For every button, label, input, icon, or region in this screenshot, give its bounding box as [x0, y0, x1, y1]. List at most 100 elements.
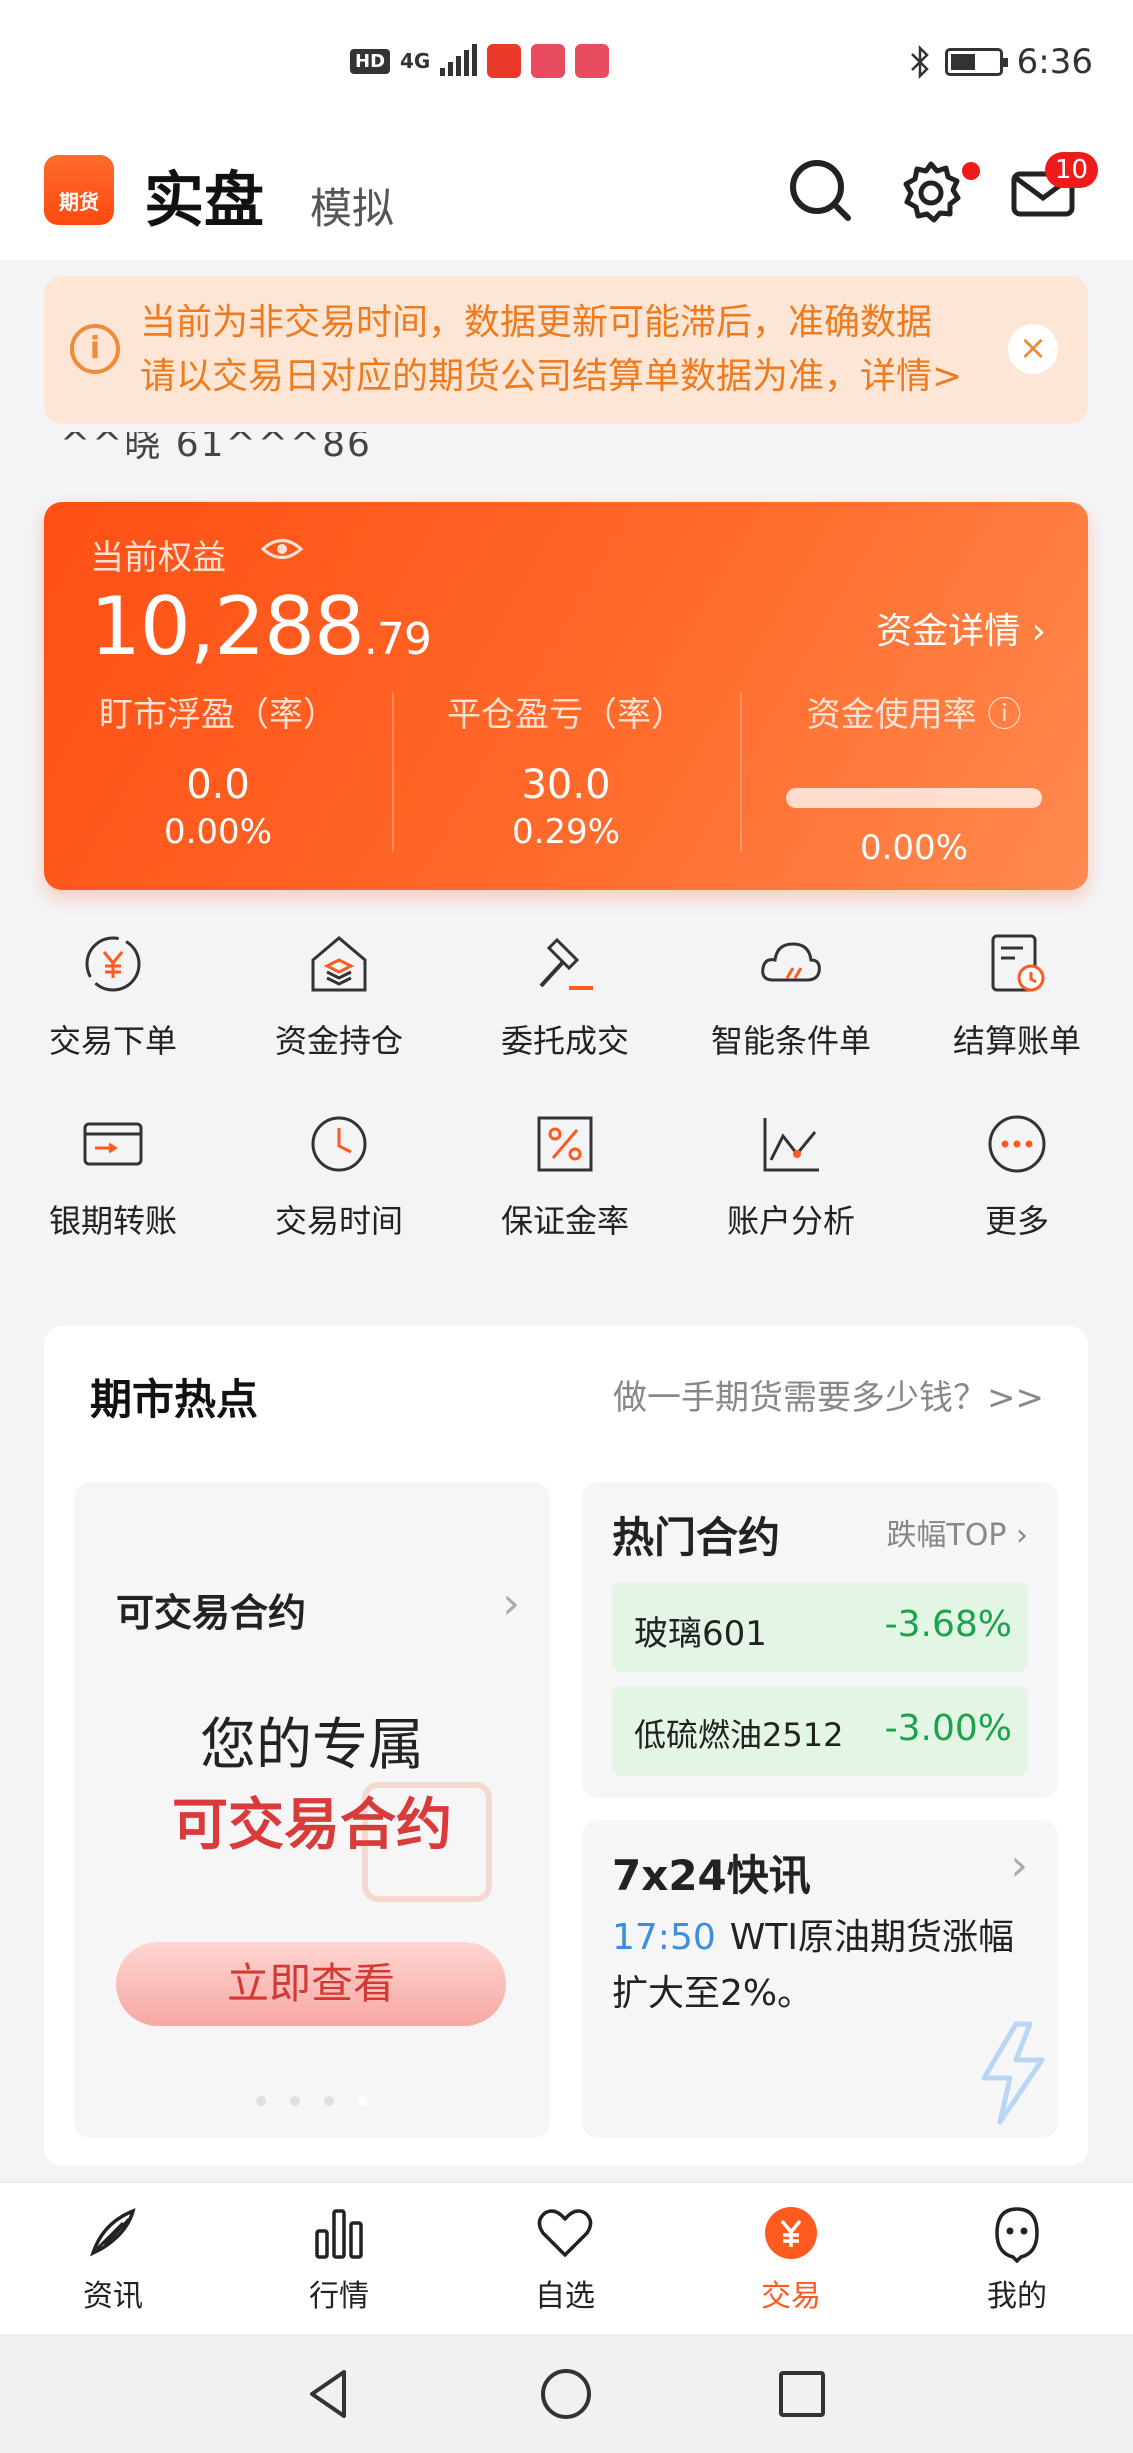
- tab-trade[interactable]: 交易: [678, 2203, 904, 2315]
- cost-per-lot-link[interactable]: 做一手期货需要多少钱？>>: [613, 1370, 1044, 1419]
- grid-item-settlement[interactable]: 结算账单: [904, 930, 1130, 1062]
- non-trading-notice[interactable]: i 当前为非交易时间，数据更新可能滞后，准确数据 请以交易日对应的期货公司结算单…: [44, 276, 1088, 424]
- grid-item-trading-hours[interactable]: 交易时间: [226, 1110, 452, 1242]
- stat-rate: 0.29%: [511, 812, 620, 852]
- status-right: 6:36: [909, 42, 1093, 82]
- grid-label: 账户分析: [726, 1202, 855, 1240]
- tab-label: 资讯: [83, 2279, 143, 2314]
- grid-label: 保证金率: [500, 1202, 629, 1240]
- book-notification-icon-2: [575, 44, 610, 78]
- tradable-contracts-banner[interactable]: 可交易合约 › 您的专属 可交易合约 立即查看: [74, 1482, 550, 2138]
- notice-text[interactable]: 当前为非交易时间，数据更新可能滞后，准确数据 请以交易日对应的期货公司结算单数据…: [140, 296, 1040, 404]
- hd-icon: HD: [350, 48, 391, 74]
- logo-text: 期货: [59, 190, 99, 214]
- contracts-title: 热门合约: [612, 1513, 781, 1562]
- tab-label: 交易: [761, 2279, 821, 2314]
- tab-news[interactable]: 资讯: [0, 2203, 226, 2315]
- app-notification-icon: [487, 44, 522, 78]
- app-logo[interactable]: 期货: [44, 155, 114, 225]
- fund-detail-link[interactable]: 资金详情 ›: [876, 602, 1046, 654]
- cloud-icon: [761, 942, 821, 982]
- stat-label[interactable]: 资金使用率 ⓘ: [740, 687, 1088, 736]
- home-circle-icon[interactable]: [536, 2364, 596, 2424]
- grid-item-smart-order[interactable]: 智能条件单: [678, 930, 904, 1062]
- profile-ghost-icon: [995, 2207, 1039, 2263]
- equity-value: 10,288.79: [90, 580, 432, 673]
- line-chart-icon: [763, 1118, 819, 1172]
- document-clock-icon: [991, 934, 1045, 992]
- battery-icon: [944, 48, 1008, 76]
- bluetooth-icon: [910, 45, 929, 79]
- tab-market[interactable]: 行情: [226, 2203, 452, 2315]
- notice-line-1: 当前为非交易时间，数据更新可能滞后，准确数据: [140, 302, 933, 343]
- flash-news-panel[interactable]: 7x24快讯 › 17:50 WTI原油期货涨幅扩大至2%。: [582, 1820, 1058, 2138]
- grid-item-more[interactable]: 更多: [904, 1110, 1130, 1242]
- equity-value-dec: .79: [363, 614, 432, 665]
- status-bar: HD 4G 6:36: [0, 0, 1133, 130]
- grid-label: 委托成交: [500, 1022, 629, 1060]
- tab-label: 自选: [535, 2279, 595, 2314]
- grid-item-orders[interactable]: 委托成交: [452, 930, 678, 1062]
- clock-time: 6:36: [1016, 42, 1093, 82]
- equity-label: 当前权益: [90, 538, 226, 578]
- decline-top-link[interactable]: 跌幅TOP ›: [886, 1510, 1028, 1554]
- chevron-right-icon: ›: [502, 1578, 520, 1629]
- stat-label: 平仓盈亏（率）: [447, 695, 685, 735]
- stat-floating-pnl: 盯市浮盈（率） 0.0 0.00%: [44, 687, 392, 852]
- system-nav-bar: [0, 2334, 1133, 2453]
- grid-item-margin-rate[interactable]: 保证金率: [452, 1110, 678, 1242]
- lightning-icon: [981, 2021, 1045, 2125]
- contract-change: -3.68%: [884, 1604, 1012, 1645]
- tab-watchlist[interactable]: 自选: [452, 2203, 678, 2315]
- book-notification-icon: [531, 44, 566, 78]
- status-icons: HD 4G: [350, 44, 610, 78]
- house-stack-icon: [311, 936, 367, 992]
- bottom-tab-bar: 资讯 行情 自选 交易 我的: [0, 2182, 1133, 2334]
- heart-icon: [537, 2209, 593, 2257]
- stat-label: 盯市浮盈（率）: [99, 695, 337, 735]
- news-item: 17:50 WTI原油期货涨幅扩大至2%。: [612, 1910, 1032, 2022]
- equity-value-int: 10,288: [90, 580, 365, 673]
- recents-square-icon[interactable]: [772, 2364, 832, 2424]
- grid-label: 更多: [984, 1202, 1049, 1240]
- eye-icon[interactable]: [260, 534, 304, 564]
- grid-item-bank-transfer[interactable]: 银期转账: [0, 1110, 226, 1242]
- tab-simulated-trading[interactable]: 模拟: [310, 175, 394, 236]
- bar-chart-icon: [315, 2209, 363, 2259]
- news-title: 7x24快讯: [612, 1851, 811, 1900]
- contract-row[interactable]: 玻璃601 -3.68%: [612, 1582, 1028, 1672]
- stat-close-pnl: 平仓盈亏（率） 30.0 0.29%: [392, 687, 740, 852]
- grid-item-trade-order[interactable]: 交易下单: [0, 930, 226, 1062]
- contract-name: 低硫燃油2512: [634, 1716, 844, 1754]
- yuan-cycle-icon: [85, 936, 141, 992]
- notice-line-2: 请以交易日对应的期货公司结算单数据为准，详情>: [140, 356, 963, 397]
- grid-item-account-analysis[interactable]: 账户分析: [678, 1110, 904, 1242]
- view-now-button[interactable]: 立即查看: [116, 1942, 506, 2026]
- gavel-icon: [539, 937, 593, 990]
- tab-label: 行情: [309, 2279, 369, 2314]
- carousel-dots: [74, 2096, 550, 2106]
- hot-title: 期市热点: [90, 1375, 259, 1424]
- stat-rate: 0.00%: [163, 812, 272, 852]
- fund-usage-bar: [786, 788, 1042, 808]
- settings-gear-icon[interactable]: [896, 156, 966, 226]
- search-icon[interactable]: [786, 156, 856, 226]
- grid-label: 资金持仓: [274, 1022, 403, 1060]
- stat-value: 0.0: [186, 762, 250, 808]
- contract-row[interactable]: 低硫燃油2512 -3.00%: [612, 1686, 1028, 1776]
- chevron-right-icon: ›: [1010, 1840, 1028, 1891]
- grid-label: 银期转账: [48, 1202, 177, 1240]
- tab-real-trading[interactable]: 实盘: [144, 152, 264, 239]
- tab-mine[interactable]: 我的: [904, 2203, 1130, 2315]
- grid-item-fund-position[interactable]: 资金持仓: [226, 930, 452, 1062]
- equity-card: 当前权益 10,288.79 资金详情 › 盯市浮盈（率） 0.0 0.00% …: [44, 502, 1088, 890]
- contract-name: 玻璃601: [634, 1614, 767, 1654]
- news-feather-icon: [90, 2208, 136, 2257]
- close-icon[interactable]: ×: [1008, 324, 1058, 374]
- grid-label: 智能条件单: [710, 1022, 871, 1060]
- back-triangle-icon[interactable]: [300, 2364, 360, 2424]
- grid-label: 交易下单: [48, 1022, 177, 1060]
- network-type: 4G: [400, 49, 431, 73]
- grid-label: 结算账单: [952, 1022, 1081, 1060]
- info-icon: i: [70, 324, 120, 374]
